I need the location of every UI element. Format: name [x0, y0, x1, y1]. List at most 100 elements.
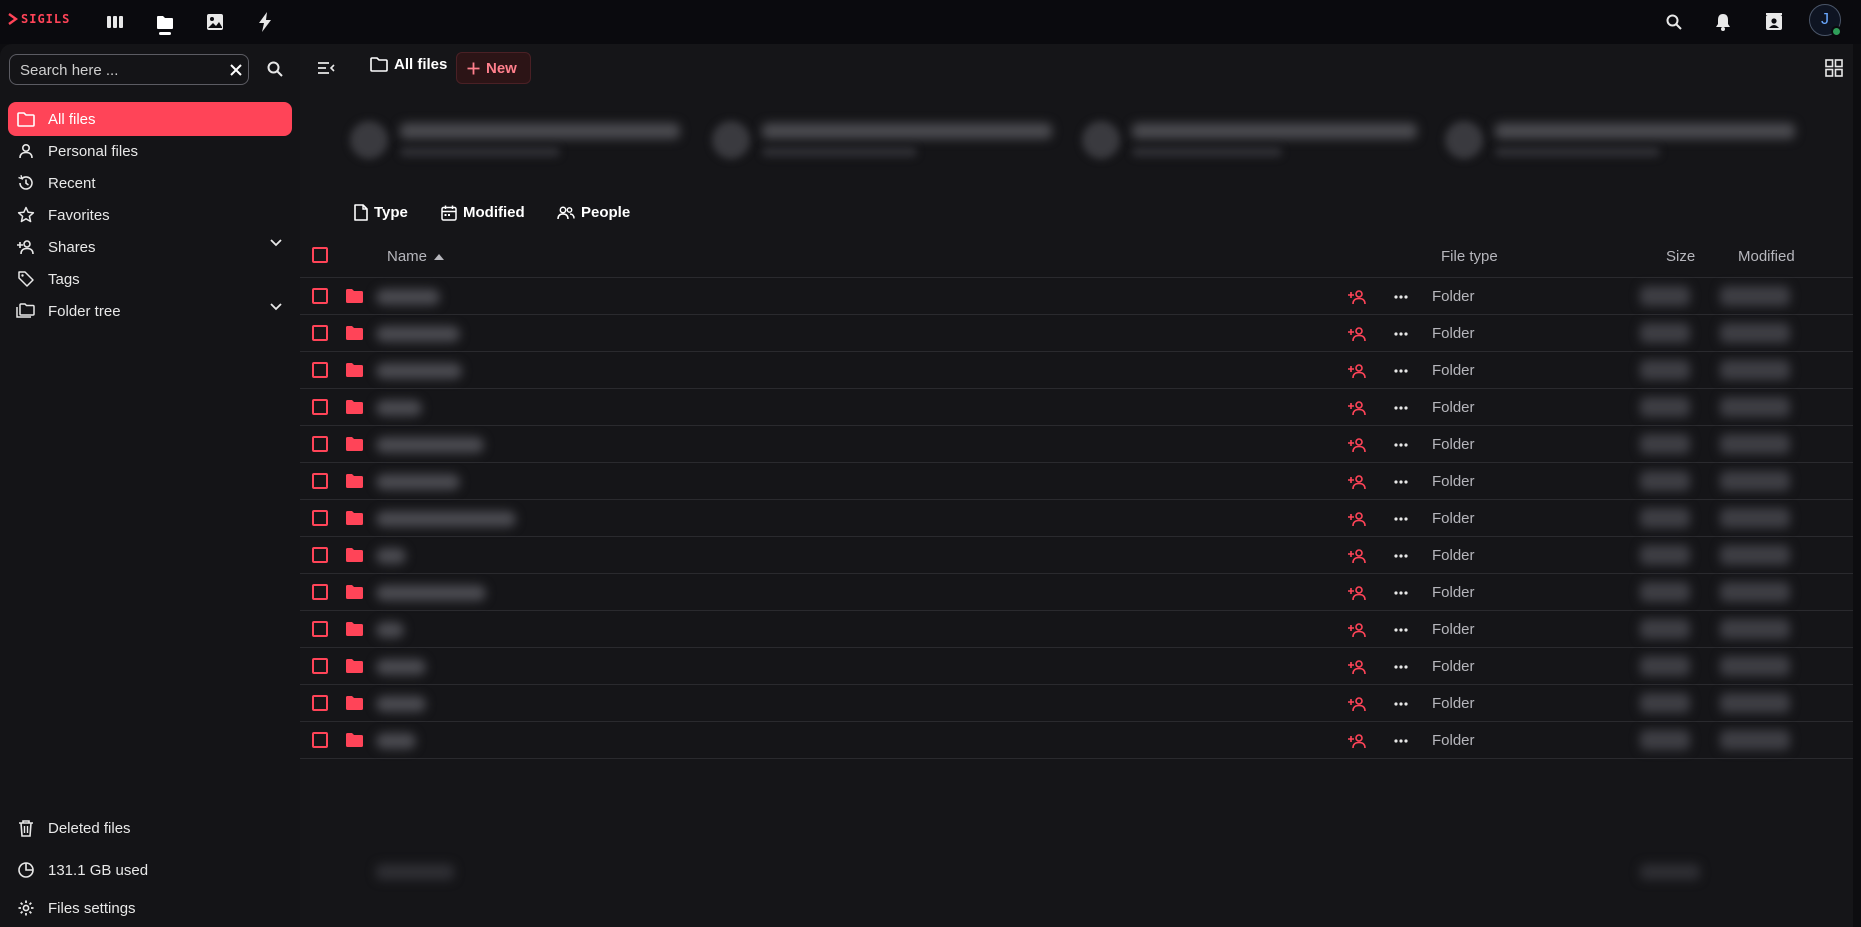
file-name[interactable] [376, 659, 426, 675]
sidebar-item-recent[interactable]: Recent [8, 166, 292, 200]
select-all-checkbox[interactable] [312, 247, 328, 263]
more-actions-icon[interactable] [1390, 397, 1412, 419]
share-user-icon[interactable] [1346, 286, 1368, 308]
sidebar-item-favorites[interactable]: Favorites [8, 198, 292, 232]
file-name[interactable] [376, 733, 416, 749]
table-row[interactable]: Folder [300, 500, 1853, 537]
sidebar-item-folder-tree[interactable]: Folder tree [8, 294, 292, 328]
file-name[interactable] [376, 363, 462, 379]
share-user-icon[interactable] [1346, 619, 1368, 641]
search-icon[interactable] [1660, 8, 1688, 36]
more-actions-icon[interactable] [1390, 434, 1412, 456]
file-name[interactable] [376, 696, 426, 712]
share-user-icon[interactable] [1346, 360, 1368, 382]
contacts-icon[interactable] [1760, 8, 1788, 36]
row-checkbox[interactable] [312, 621, 328, 637]
column-file-type[interactable]: File type [1441, 248, 1498, 265]
row-checkbox[interactable] [312, 584, 328, 600]
row-checkbox[interactable] [312, 362, 328, 378]
row-checkbox[interactable] [312, 436, 328, 452]
file-name[interactable] [376, 400, 422, 416]
column-size[interactable]: Size [1666, 248, 1695, 265]
storage-quota[interactable]: 131.1 GB used [8, 853, 292, 887]
sidebar-item-shares[interactable]: Shares [8, 230, 292, 264]
file-name[interactable] [376, 437, 484, 453]
search-input[interactable] [18, 55, 222, 86]
search-field[interactable] [9, 54, 249, 86]
more-actions-icon[interactable] [1390, 730, 1412, 752]
file-name[interactable] [376, 622, 404, 638]
user-avatar[interactable]: J [1809, 4, 1842, 37]
sidebar-item-tags[interactable]: Tags [8, 262, 292, 296]
row-checkbox[interactable] [312, 510, 328, 526]
column-name[interactable]: Name [387, 248, 445, 265]
file-name[interactable] [376, 474, 460, 490]
more-actions-icon[interactable] [1390, 619, 1412, 641]
sidebar-item-all-files[interactable]: All files [8, 102, 292, 136]
chevron-down-icon[interactable] [270, 303, 282, 311]
dashboard-icon[interactable] [101, 8, 129, 36]
row-checkbox[interactable] [312, 399, 328, 415]
recent-file-card[interactable] [350, 117, 690, 173]
row-checkbox[interactable] [312, 658, 328, 674]
sidebar-toggle-icon[interactable] [312, 54, 340, 82]
more-actions-icon[interactable] [1390, 693, 1412, 715]
share-user-icon[interactable] [1346, 545, 1368, 567]
more-actions-icon[interactable] [1390, 323, 1412, 345]
share-user-icon[interactable] [1346, 656, 1368, 678]
table-row[interactable]: Folder [300, 648, 1853, 685]
column-modified[interactable]: Modified [1738, 248, 1795, 265]
sidebar-item-deleted-files[interactable]: Deleted files [8, 811, 292, 845]
filter-people[interactable]: People [557, 204, 630, 221]
more-actions-icon[interactable] [1390, 582, 1412, 604]
more-actions-icon[interactable] [1390, 360, 1412, 382]
file-name[interactable] [376, 511, 516, 527]
table-row[interactable]: Folder [300, 389, 1853, 426]
file-name[interactable] [376, 548, 406, 564]
more-actions-icon[interactable] [1390, 508, 1412, 530]
photos-icon[interactable] [201, 8, 229, 36]
table-row[interactable]: Folder [300, 315, 1853, 352]
table-row[interactable]: Folder [300, 426, 1853, 463]
activity-icon[interactable] [251, 8, 279, 36]
more-actions-icon[interactable] [1390, 656, 1412, 678]
row-checkbox[interactable] [312, 732, 328, 748]
recent-file-card[interactable] [1445, 117, 1795, 173]
share-user-icon[interactable] [1346, 508, 1368, 530]
row-checkbox[interactable] [312, 473, 328, 489]
app-logo[interactable]: SIGILS [8, 12, 70, 26]
file-name[interactable] [376, 289, 440, 305]
more-actions-icon[interactable] [1390, 545, 1412, 567]
row-checkbox[interactable] [312, 547, 328, 563]
recent-file-card[interactable] [1082, 117, 1422, 173]
filter-modified[interactable]: Modified [441, 204, 525, 221]
more-actions-icon[interactable] [1390, 471, 1412, 493]
table-row[interactable]: Folder [300, 278, 1853, 315]
table-row[interactable]: Folder [300, 574, 1853, 611]
close-icon[interactable] [226, 60, 246, 80]
table-row[interactable]: Folder [300, 611, 1853, 648]
share-user-icon[interactable] [1346, 730, 1368, 752]
notifications-icon[interactable] [1709, 8, 1737, 36]
breadcrumb[interactable]: All files [370, 56, 447, 73]
share-user-icon[interactable] [1346, 471, 1368, 493]
more-actions-icon[interactable] [1390, 286, 1412, 308]
share-user-icon[interactable] [1346, 434, 1368, 456]
row-checkbox[interactable] [312, 288, 328, 304]
share-user-icon[interactable] [1346, 582, 1368, 604]
table-row[interactable]: Folder [300, 685, 1853, 722]
table-row[interactable]: Folder [300, 537, 1853, 574]
new-button[interactable]: New [456, 52, 531, 84]
search-icon[interactable] [262, 56, 288, 82]
row-checkbox[interactable] [312, 695, 328, 711]
table-row[interactable]: Folder [300, 722, 1853, 759]
sidebar-item-personal-files[interactable]: Personal files [8, 134, 292, 168]
row-checkbox[interactable] [312, 325, 328, 341]
share-user-icon[interactable] [1346, 693, 1368, 715]
table-row[interactable]: Folder [300, 463, 1853, 500]
recent-file-card[interactable] [712, 117, 1052, 173]
share-user-icon[interactable] [1346, 323, 1368, 345]
sidebar-item-files-settings[interactable]: Files settings [8, 891, 292, 925]
file-name[interactable] [376, 326, 460, 342]
filter-type[interactable]: Type [354, 204, 408, 221]
